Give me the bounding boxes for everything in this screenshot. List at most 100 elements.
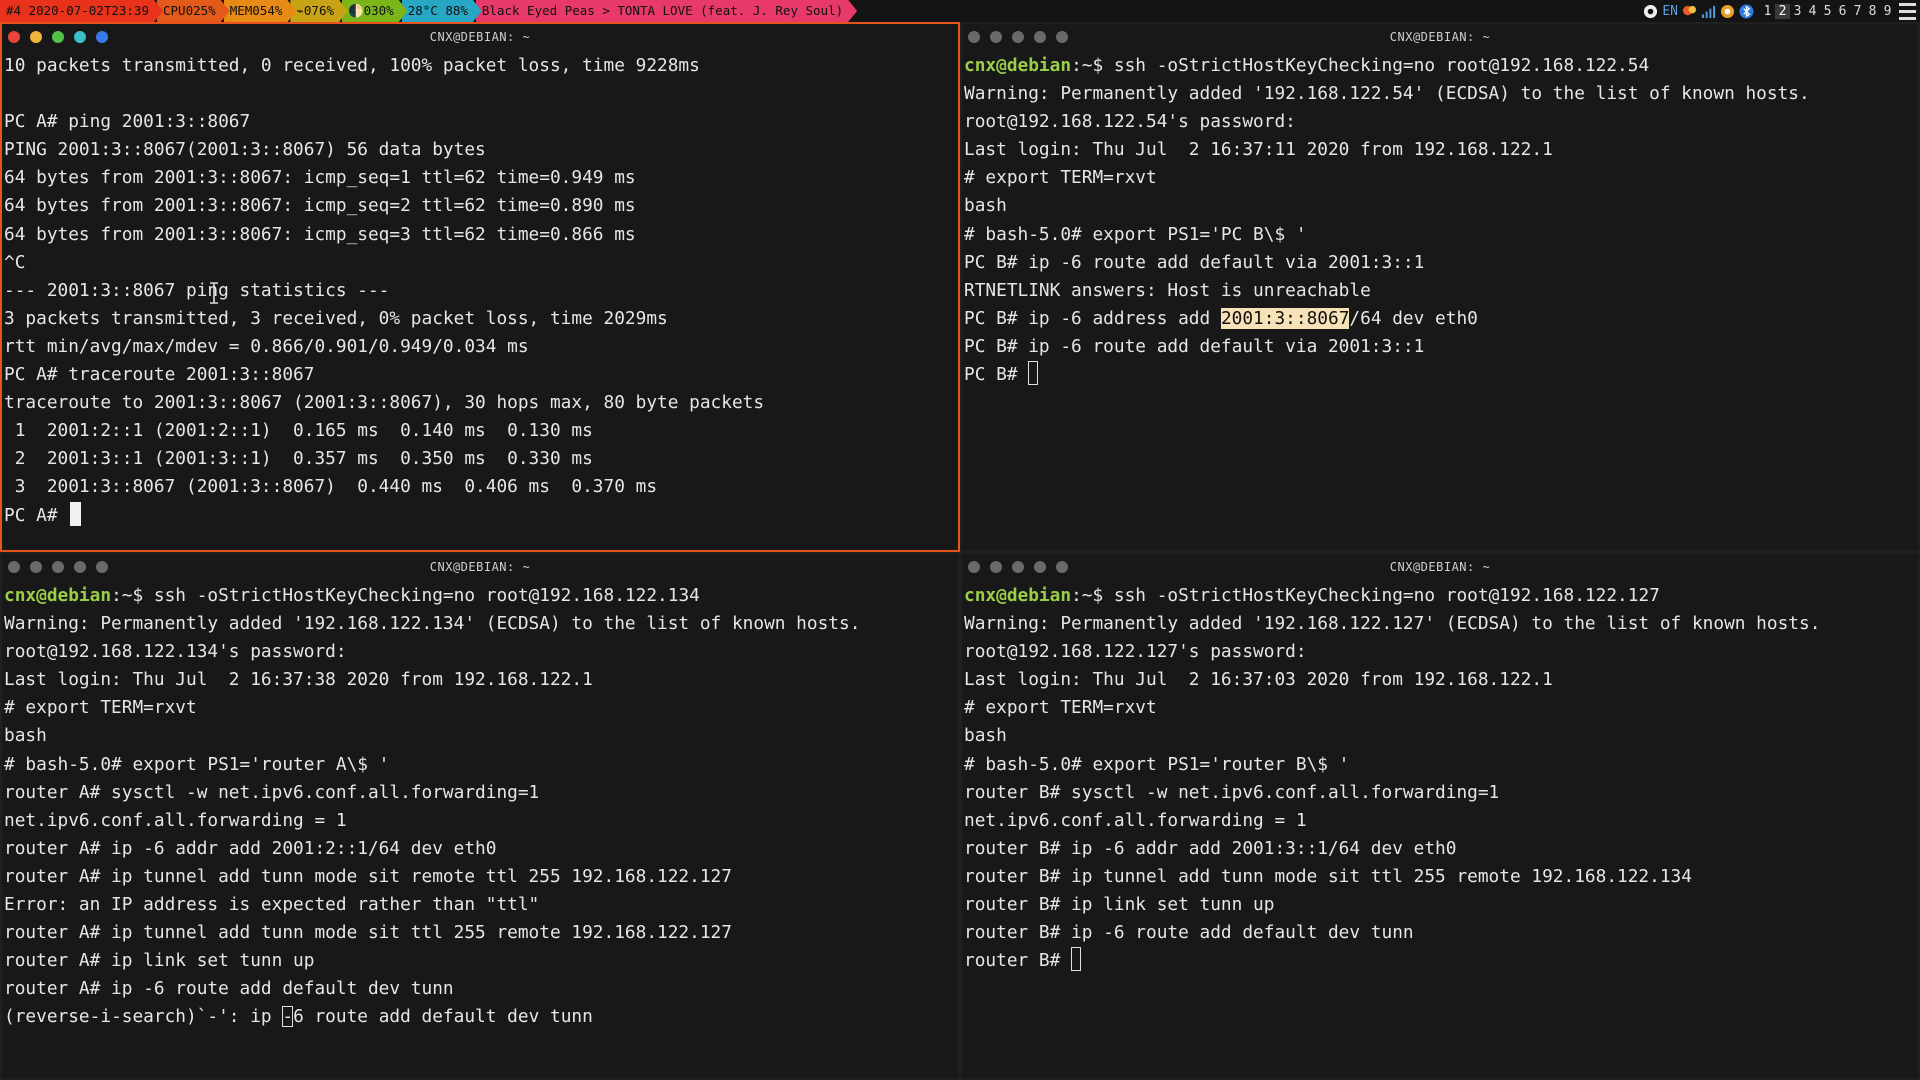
close-button[interactable] xyxy=(968,31,980,43)
terminal-title: CNX@DEBIAN: ~ xyxy=(429,560,531,574)
menu-icon[interactable] xyxy=(1899,2,1916,20)
window-button-5[interactable] xyxy=(1056,561,1068,573)
chat-bubble-icon[interactable] xyxy=(1682,4,1697,19)
close-button[interactable] xyxy=(8,31,20,43)
text-cursor xyxy=(1028,361,1039,386)
terminal-text: router B# ip -6 addr add 2001:3::1/64 de… xyxy=(964,837,1457,859)
terminal-line: 1 2001:2::1 (2001:2::1) 0.165 ms 0.140 m… xyxy=(4,417,958,445)
maximize-button[interactable] xyxy=(52,561,64,573)
terminal-text: # bash-5.0# export PS1='PC B\$ ' xyxy=(964,223,1307,245)
terminal-pc-a[interactable]: CNX@DEBIAN: ~ 10 packets transmitted, 0 … xyxy=(0,22,960,552)
terminal-text: net.ipv6.conf.all.forwarding = 1 xyxy=(4,809,347,831)
maximize-button[interactable] xyxy=(52,31,64,43)
workspace-1[interactable]: 1 xyxy=(1760,4,1775,19)
workspace-3[interactable]: 3 xyxy=(1790,4,1805,19)
terminal-line: PC A# xyxy=(4,501,958,530)
workspace-6[interactable]: 6 xyxy=(1835,4,1850,19)
terminal-line: 2 2001:3::1 (2001:3::1) 0.357 ms 0.350 m… xyxy=(4,445,958,473)
status-segment: MEM054% xyxy=(224,0,297,22)
terminal-output[interactable]: cnx@debian:~$ ssh -oStrictHostKeyCheckin… xyxy=(962,52,1918,389)
workspace-8[interactable]: 8 xyxy=(1865,4,1880,19)
terminal-line: cnx@debian:~$ ssh -oStrictHostKeyCheckin… xyxy=(964,582,1918,610)
terminal-line: router A# ip link set tunn up xyxy=(4,947,958,975)
terminal-output[interactable]: 10 packets transmitted, 0 received, 100%… xyxy=(2,52,958,530)
terminal-titlebar[interactable]: CNX@DEBIAN: ~ xyxy=(2,24,958,50)
terminal-text: --- 2001:3::8067 ping statistics --- xyxy=(4,279,390,301)
workspace-9[interactable]: 9 xyxy=(1880,4,1895,19)
status-segment: 🌓030% xyxy=(342,0,408,22)
terminal-line: bash xyxy=(964,192,1918,220)
keyboard-layout[interactable]: EN xyxy=(1662,4,1678,19)
close-button[interactable] xyxy=(8,561,20,573)
terminal-line: --- 2001:3::8067 ping statistics --- xyxy=(4,277,958,305)
terminal-line: cnx@debian:~$ ssh -oStrictHostKeyCheckin… xyxy=(964,52,1918,80)
window-button-5[interactable] xyxy=(1056,31,1068,43)
terminal-text: Error: an IP address is expected rather … xyxy=(4,894,540,916)
terminal-text: PC A# ping 2001:3::8067 xyxy=(4,111,251,133)
window-controls xyxy=(962,31,1068,43)
terminal-line: PC A# ping 2001:3::8067 xyxy=(4,108,958,136)
terminal-titlebar[interactable]: CNX@DEBIAN: ~ xyxy=(2,554,958,580)
status-segment: ⌁076% xyxy=(290,0,348,22)
status-segment: #4 2020-07-02T23:39 xyxy=(0,0,163,22)
status-segment: CPU025% xyxy=(157,0,230,22)
terminal-line: # export TERM=rxvt xyxy=(964,694,1918,722)
workspace-5[interactable]: 5 xyxy=(1820,4,1835,19)
terminal-line: router A# ip -6 route add default dev tu… xyxy=(4,975,958,1003)
window-button-4[interactable] xyxy=(1034,31,1046,43)
maximize-button[interactable] xyxy=(1012,561,1024,573)
terminal-text: bash xyxy=(4,725,47,747)
maximize-button[interactable] xyxy=(1012,31,1024,43)
window-button-4[interactable] xyxy=(1034,561,1046,573)
terminal-router-b[interactable]: CNX@DEBIAN: ~ cnx@debian:~$ ssh -oStrict… xyxy=(960,552,1920,1080)
terminal-line: PC A# traceroute 2001:3::8067 xyxy=(4,361,958,389)
workspace-2[interactable]: 2 xyxy=(1775,3,1790,19)
minimize-button[interactable] xyxy=(30,561,42,573)
terminal-text: 64 bytes from 2001:3::8067: icmp_seq=1 t… xyxy=(4,167,636,189)
terminal-text: 64 bytes from 2001:3::8067: icmp_seq=3 t… xyxy=(4,223,636,245)
terminal-line: Error: an IP address is expected rather … xyxy=(4,891,958,919)
minimize-button[interactable] xyxy=(990,31,1002,43)
terminal-text: RTNETLINK answers: Host is unreachable xyxy=(964,279,1371,301)
terminal-line: 64 bytes from 2001:3::8067: icmp_seq=1 t… xyxy=(4,164,958,192)
system-tray: EN 123456789 xyxy=(1641,0,1920,22)
terminal-text: # export TERM=rxvt xyxy=(964,697,1157,719)
window-button-4[interactable] xyxy=(74,561,86,573)
window-controls xyxy=(962,561,1068,573)
media-player-icon[interactable] xyxy=(1720,4,1735,19)
terminal-line: 64 bytes from 2001:3::8067: icmp_seq=2 t… xyxy=(4,192,958,220)
window-button-5[interactable] xyxy=(96,561,108,573)
network-signal-icon[interactable] xyxy=(1701,4,1716,19)
terminal-router-a[interactable]: CNX@DEBIAN: ~ cnx@debian:~$ ssh -oStrict… xyxy=(0,552,960,1080)
minimize-button[interactable] xyxy=(990,561,1002,573)
terminal-line: Last login: Thu Jul 2 16:37:11 2020 from… xyxy=(964,136,1918,164)
terminal-titlebar[interactable]: CNX@DEBIAN: ~ xyxy=(962,554,1918,580)
terminal-text: router A# ip -6 addr add 2001:2::1/64 de… xyxy=(4,837,497,859)
terminal-pc-b[interactable]: CNX@DEBIAN: ~ cnx@debian:~$ ssh -oStrict… xyxy=(960,22,1920,552)
terminal-text: PING 2001:3::8067(2001:3::8067) 56 data … xyxy=(4,139,486,161)
workspace-switcher: 123456789 xyxy=(1760,3,1895,19)
terminal-line: 3 packets transmitted, 3 received, 0% pa… xyxy=(4,305,958,333)
workspace-4[interactable]: 4 xyxy=(1805,4,1820,19)
terminal-text: PC B# xyxy=(964,364,1029,386)
terminal-text: PC B# ip -6 address add xyxy=(964,307,1221,329)
window-button-4[interactable] xyxy=(74,31,86,43)
terminal-text: (reverse-i-search)`-': ip xyxy=(4,1006,283,1028)
terminal-output[interactable]: cnx@debian:~$ ssh -oStrictHostKeyCheckin… xyxy=(2,582,958,1032)
minimize-button[interactable] xyxy=(30,31,42,43)
steam-icon[interactable] xyxy=(1643,4,1658,19)
workspace-7[interactable]: 7 xyxy=(1850,4,1865,19)
terminal-titlebar[interactable]: CNX@DEBIAN: ~ xyxy=(962,24,1918,50)
terminal-text: root@192.168.122.127's password: xyxy=(964,641,1307,663)
terminal-text: 1 2001:2::1 (2001:2::1) 0.165 ms 0.140 m… xyxy=(4,420,593,442)
bluetooth-icon[interactable] xyxy=(1739,3,1754,19)
terminal-text: Last login: Thu Jul 2 16:37:11 2020 from… xyxy=(964,139,1553,161)
window-controls xyxy=(2,31,108,43)
terminal-line: RTNETLINK answers: Host is unreachable xyxy=(964,277,1918,305)
close-button[interactable] xyxy=(968,561,980,573)
window-button-5[interactable] xyxy=(96,31,108,43)
terminal-output[interactable]: cnx@debian:~$ ssh -oStrictHostKeyCheckin… xyxy=(962,582,1918,975)
terminal-text: PC A# xyxy=(4,504,69,526)
terminal-text: - xyxy=(282,1006,294,1028)
window-controls xyxy=(2,561,108,573)
